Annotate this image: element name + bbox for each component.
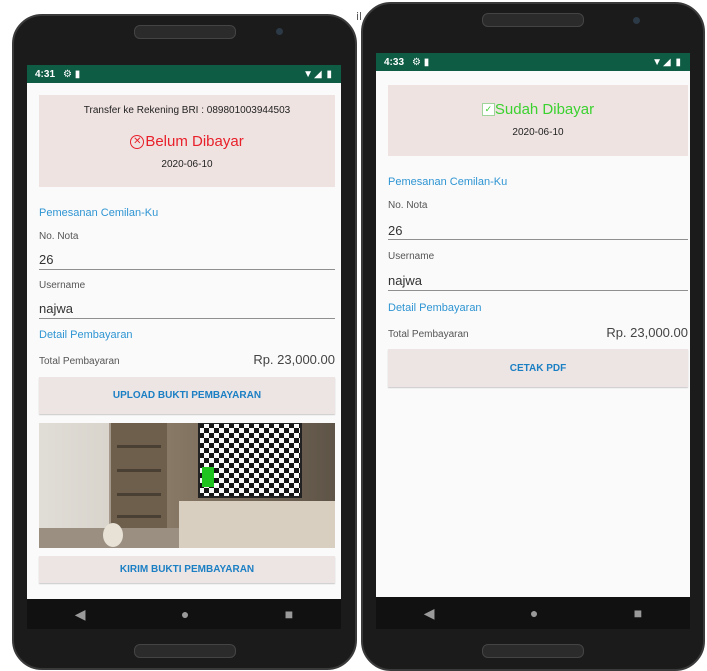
username-field[interactable]: najwa: [388, 273, 422, 288]
speaker-grille: [133, 25, 236, 39]
payment-date: 2020-06-10: [512, 127, 564, 138]
signal-battery-icon: ▼◢ ▮: [303, 68, 333, 80]
status-time: 4:33: [384, 56, 405, 68]
payment-date: 2020-06-10: [161, 159, 213, 170]
payment-status-text: Sudah Dibayar: [494, 101, 595, 118]
phone-left: 4:31 ⚙ ▮ ▼◢ ▮ Transfer ke Rekening BRI :…: [12, 14, 357, 670]
total-amount: Rp. 23,000.00: [253, 352, 335, 367]
total-label: Total Pembayaran: [39, 356, 120, 367]
nota-label: No. Nota: [39, 231, 79, 242]
payment-status-text: Belum Dibayar: [145, 133, 244, 150]
nota-field[interactable]: 26: [388, 223, 402, 238]
nota-underline: [388, 239, 688, 240]
paid-check-icon: ✓: [481, 103, 495, 116]
nav-bar: ◀ ● ■: [27, 599, 341, 629]
signal-battery-icon: ▼◢ ▮: [652, 56, 682, 68]
total-amount: Rp. 23,000.00: [606, 325, 688, 340]
section-title: Pemesanan Cemilan-Ku: [39, 207, 159, 219]
send-proof-button[interactable]: KIRIM BUKTI PEMBAYARAN: [39, 556, 335, 583]
payment-proof-image: [39, 423, 335, 548]
home-icon[interactable]: ●: [181, 606, 189, 622]
username-label: Username: [388, 251, 435, 262]
speaker-grille: [482, 13, 584, 27]
detail-title: Detail Pembayaran: [39, 329, 133, 341]
print-pdf-button[interactable]: CETAK PDF: [388, 349, 688, 387]
nota-field[interactable]: 26: [39, 252, 53, 267]
back-icon[interactable]: ◀: [75, 606, 86, 623]
nav-bar: ◀ ● ■: [376, 597, 690, 629]
payment-status-card: ✓ Sudah Dibayar 2020-06-10: [388, 85, 688, 156]
settings-icon: ⚙ ▮: [63, 68, 81, 80]
back-icon[interactable]: ◀: [424, 605, 435, 622]
status-time: 4:31: [35, 68, 56, 80]
screen-left: 4:31 ⚙ ▮ ▼◢ ▮ Transfer ke Rekening BRI :…: [27, 65, 341, 599]
front-camera: [276, 28, 283, 35]
recents-icon[interactable]: ■: [285, 606, 293, 622]
phone-right: 4:33 ⚙ ▮ ▼◢ ▮ ✓ Sudah Dibayar 2020-06-10…: [361, 2, 705, 671]
status-row: ✕ Belum Dibayar: [39, 133, 335, 150]
upload-proof-button[interactable]: UPLOAD BUKTI PEMBAYARAN: [39, 377, 335, 414]
username-underline: [39, 318, 335, 319]
nota-underline: [39, 269, 335, 270]
username-field[interactable]: najwa: [39, 301, 73, 316]
username-underline: [388, 290, 688, 291]
status-bar: 4:31 ⚙ ▮ ▼◢ ▮: [27, 65, 341, 83]
payment-status-card: Transfer ke Rekening BRI : 0898010039445…: [39, 95, 335, 187]
front-camera: [633, 17, 640, 24]
bottom-speaker: [133, 644, 236, 658]
settings-icon: ⚙ ▮: [412, 56, 430, 68]
status-row: ✓ Sudah Dibayar: [388, 101, 688, 118]
recents-icon[interactable]: ■: [634, 605, 642, 621]
screen-right: 4:33 ⚙ ▮ ▼◢ ▮ ✓ Sudah Dibayar 2020-06-10…: [376, 53, 690, 597]
username-label: Username: [39, 280, 86, 291]
stray-text: il: [356, 10, 361, 23]
transfer-info: Transfer ke Rekening BRI : 0898010039445…: [83, 105, 291, 116]
section-title: Pemesanan Cemilan-Ku: [388, 176, 508, 188]
status-bar: 4:33 ⚙ ▮ ▼◢ ▮: [376, 53, 690, 71]
nota-label: No. Nota: [388, 200, 428, 211]
bottom-speaker: [482, 644, 584, 658]
detail-title: Detail Pembayaran: [388, 302, 482, 314]
home-icon[interactable]: ●: [530, 605, 538, 621]
unpaid-x-icon: ✕: [130, 134, 145, 149]
total-label: Total Pembayaran: [388, 329, 469, 340]
